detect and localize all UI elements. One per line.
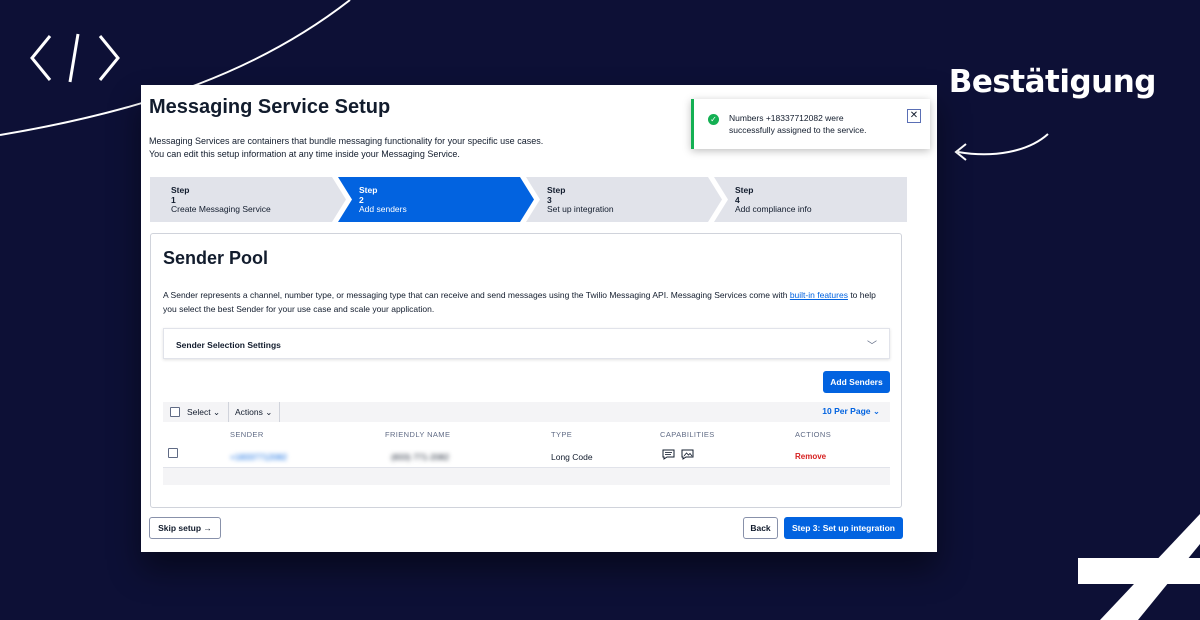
- step-number: Step 2: [359, 185, 378, 205]
- friendly-name-value: (833) 771-2082: [391, 452, 450, 462]
- table-toolbar: Select ⌄ Actions ⌄ 10 Per Page ⌄: [163, 402, 890, 422]
- check-circle-icon: ✓: [708, 114, 719, 125]
- arrow-right-icon: →: [203, 523, 212, 533]
- toast-message: Numbers +18337712082 were successfully a…: [729, 112, 889, 136]
- select-label: Select: [187, 407, 211, 417]
- description-line: Messaging Services are containers that b…: [149, 136, 544, 146]
- step-label: Create Messaging Service: [171, 204, 271, 214]
- select-dropdown[interactable]: Select ⌄: [187, 407, 220, 418]
- next-step-button[interactable]: Step 3: Set up integration: [784, 517, 903, 539]
- table-row: +18337712082 (833) 771-2082 Long Code Re…: [163, 444, 890, 468]
- divider: [228, 402, 229, 422]
- sender-number: +18337712082: [230, 452, 287, 462]
- setup-window: Messaging Service Setup Messaging Servic…: [141, 85, 937, 552]
- setup-stepper: Step 1 Create Messaging Service Step 2 A…: [150, 177, 907, 222]
- success-toast: ✓ Numbers +18337712082 were successfully…: [691, 99, 930, 149]
- sms-icon: [662, 449, 675, 460]
- toast-line: Numbers +18337712082 were: [729, 113, 844, 123]
- close-icon[interactable]: ✕: [907, 109, 921, 123]
- toast-line: successfully assigned to the service.: [729, 125, 867, 135]
- column-header-friendly-name: FRIENDLY NAME: [385, 430, 451, 439]
- row-checkbox[interactable]: [168, 448, 178, 458]
- sender-pool-card: Sender Pool A Sender represents a channe…: [150, 233, 902, 508]
- skip-label: Skip setup: [158, 523, 202, 533]
- mms-icon: [681, 449, 694, 460]
- chevron-down-icon: ⌄: [213, 407, 221, 417]
- per-page-dropdown[interactable]: 10 Per Page ⌄: [822, 406, 880, 417]
- capabilities: [662, 449, 694, 462]
- step-number: Step 4: [735, 185, 754, 205]
- actions-label: Actions: [235, 407, 263, 417]
- column-header-actions: ACTIONS: [795, 430, 832, 439]
- column-header-capabilities: CAPABILITIES: [660, 430, 715, 439]
- step-label: Add senders: [359, 204, 407, 214]
- add-senders-button[interactable]: Add Senders: [823, 371, 890, 393]
- page-description: Messaging Services are containers that b…: [149, 135, 543, 161]
- desc-text: A Sender represents a channel, number ty…: [163, 290, 790, 300]
- remove-sender-button[interactable]: Remove: [795, 452, 826, 461]
- select-all-checkbox[interactable]: [170, 407, 180, 417]
- column-header-sender: SENDER: [230, 430, 264, 439]
- sender-number-link[interactable]: +18337712082: [230, 452, 287, 462]
- per-page-label: 10 Per Page: [822, 406, 871, 416]
- sender-type: Long Code: [551, 452, 593, 462]
- stepper-shapes: [150, 177, 907, 222]
- friendly-name: (833) 771-2082: [391, 452, 449, 462]
- accordion-label: Sender Selection Settings: [176, 340, 281, 350]
- code-brackets-icon: [30, 33, 120, 83]
- skip-setup-button[interactable]: Skip setup →: [149, 517, 221, 539]
- brand-heading: Bestätigung: [948, 64, 1157, 100]
- chevron-down-icon: ﹀: [867, 341, 877, 352]
- chevron-down-icon: ⌄: [872, 406, 880, 416]
- chevron-down-icon: ⌄: [265, 407, 273, 417]
- table-footer-row: [163, 468, 890, 485]
- step-label: Add compliance info: [735, 204, 812, 214]
- actions-dropdown[interactable]: Actions ⌄: [235, 407, 272, 418]
- corner-shape: [1078, 514, 1200, 620]
- back-button[interactable]: Back: [743, 517, 778, 539]
- page-title: Messaging Service Setup: [149, 96, 391, 118]
- curved-arrow-icon: [954, 133, 1049, 161]
- step-label: Set up integration: [547, 204, 614, 214]
- divider: [279, 402, 280, 422]
- built-in-features-link[interactable]: built-in features: [790, 290, 848, 300]
- step-number: Step 3: [547, 185, 566, 205]
- step-number: Step 1: [171, 185, 190, 205]
- description-line: You can edit this setup information at a…: [149, 149, 460, 159]
- column-header-type: TYPE: [551, 430, 573, 439]
- sender-pool-description: A Sender represents a channel, number ty…: [163, 288, 888, 316]
- sender-selection-accordion[interactable]: Sender Selection Settings ﹀: [163, 328, 890, 359]
- sender-pool-title: Sender Pool: [163, 248, 269, 268]
